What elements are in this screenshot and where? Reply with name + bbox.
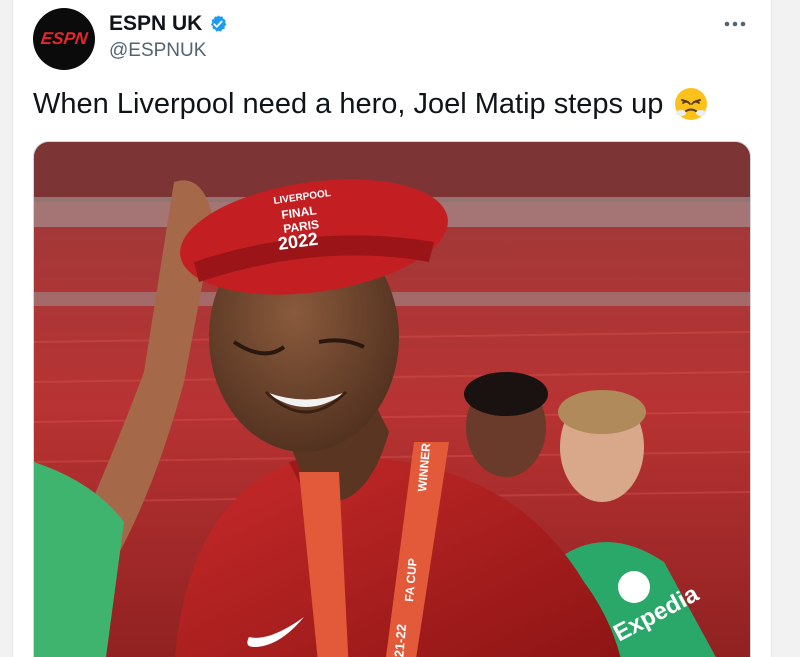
author-avatar[interactable]: ESPN xyxy=(33,8,95,70)
tweet-media-photo[interactable]: LIVERPOOL FINAL PARIS 2022 WINNER FA CUP… xyxy=(33,141,751,657)
tweet-text: When Liverpool need a hero, Joel Matip s… xyxy=(33,86,709,122)
espn-logo: ESPN xyxy=(39,29,89,48)
ribbon-year: 2021-22 xyxy=(390,623,409,657)
tweet-card: ESPN ESPN UK @ESPNUK When Liverpool need… xyxy=(12,0,772,657)
verified-badge-icon xyxy=(208,14,228,34)
triumph-face-emoji-icon xyxy=(673,86,709,122)
author-name-row: ESPN UK xyxy=(109,12,228,36)
author-display-name[interactable]: ESPN UK xyxy=(109,12,202,36)
author-handle[interactable]: @ESPNUK xyxy=(109,40,206,62)
more-options-icon[interactable] xyxy=(721,10,749,38)
tweet-text-content: When Liverpool need a hero, Joel Matip s… xyxy=(33,87,664,120)
